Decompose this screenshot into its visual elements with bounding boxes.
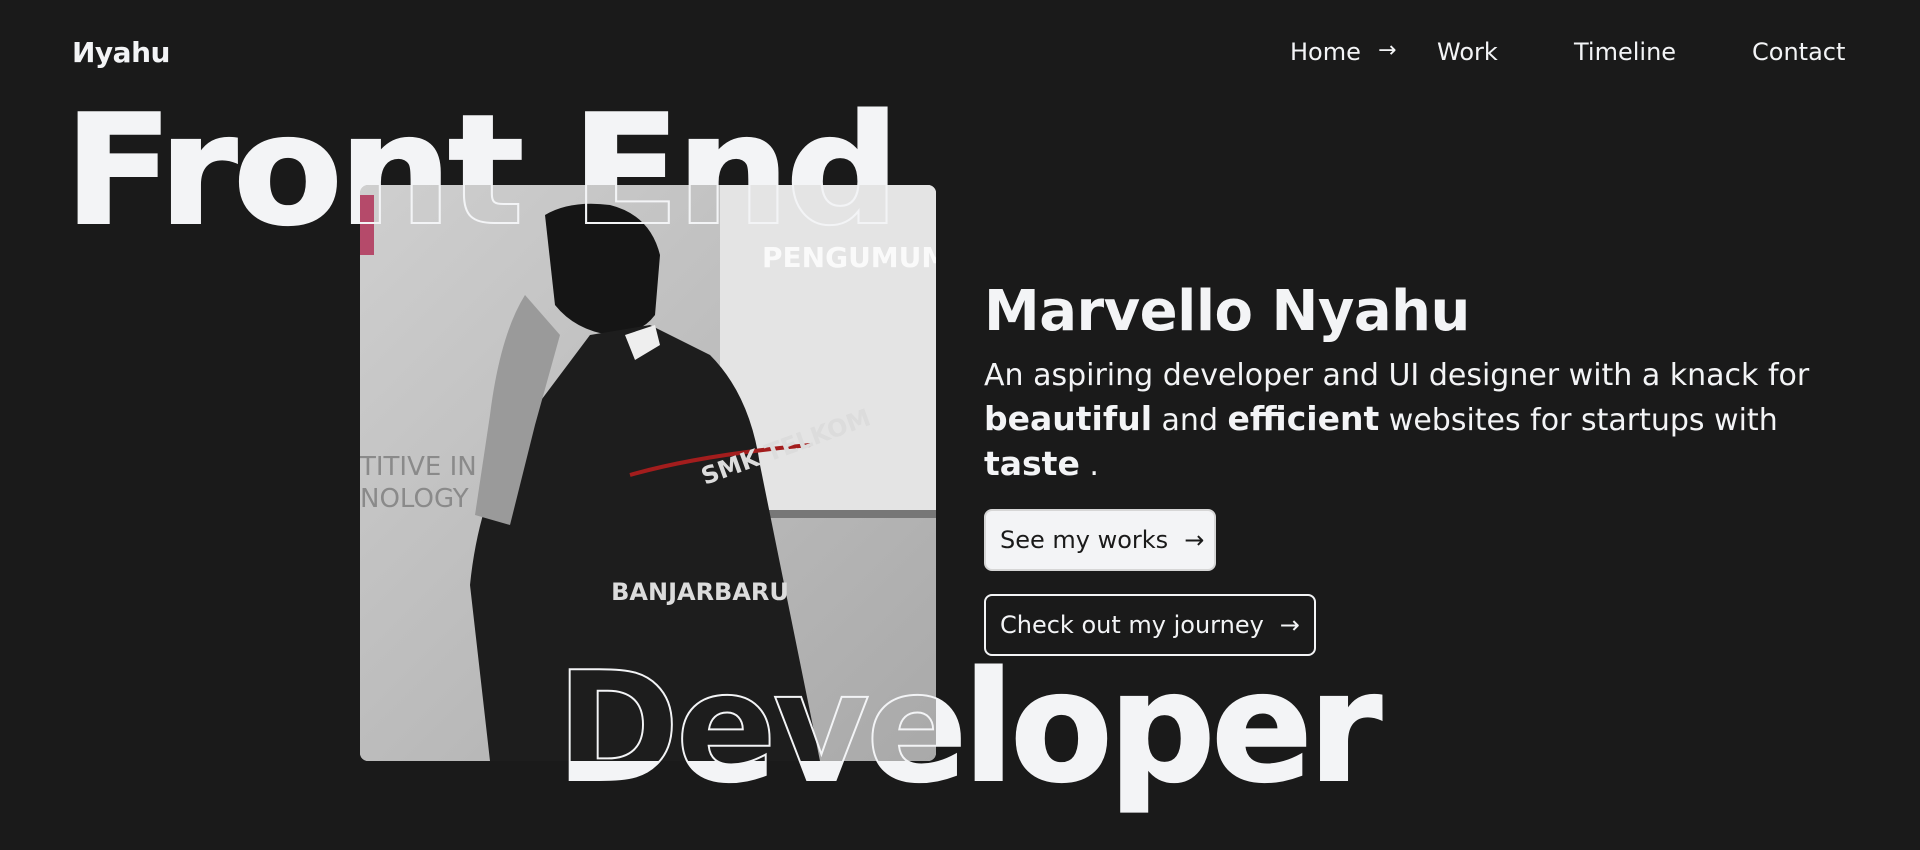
button-label: See my works xyxy=(1000,526,1169,554)
nav-home[interactable]: Home xyxy=(1290,38,1361,66)
check-out-journey-button[interactable]: Check out my journey → xyxy=(984,594,1316,656)
see-my-works-button[interactable]: See my works → xyxy=(984,509,1216,571)
nav-work[interactable]: Work xyxy=(1437,38,1498,66)
photo-text-wall-2: NOLOGY xyxy=(360,484,469,514)
main-nav: Home → Work Timeline Contact xyxy=(0,38,1920,72)
desc-bold-beautiful: beautiful xyxy=(984,399,1153,438)
desc-bold-efficient: efficient xyxy=(1227,399,1380,438)
desc-text: and xyxy=(1152,403,1228,438)
button-label: Check out my journey xyxy=(1000,611,1264,639)
arrow-right-icon: → xyxy=(1378,38,1397,63)
desc-bold-taste: taste xyxy=(984,444,1080,483)
headline-front-end-outline: Front End xyxy=(63,82,901,259)
intro-description: An aspiring developer and UI designer wi… xyxy=(984,354,1844,487)
photo-text-wall-1: TITIVE IN xyxy=(360,452,477,482)
person-name: Marvello Nyahu xyxy=(984,279,1470,344)
headline-developer-outline: Developer xyxy=(555,639,1383,816)
nav-contact[interactable]: Contact xyxy=(1752,38,1845,66)
arrow-right-icon: → xyxy=(1184,526,1205,554)
arrow-right-icon: → xyxy=(1279,611,1300,639)
desc-text: . xyxy=(1079,448,1099,483)
intro: Marvello Nyahu An aspiring developer and… xyxy=(984,279,1844,656)
desc-text: An aspiring developer and UI designer wi… xyxy=(984,358,1810,393)
photo-text-jacket-2: BANJARBARU xyxy=(611,578,789,606)
desc-text: websites for startups with xyxy=(1379,403,1778,438)
nav-timeline[interactable]: Timeline xyxy=(1574,38,1676,66)
